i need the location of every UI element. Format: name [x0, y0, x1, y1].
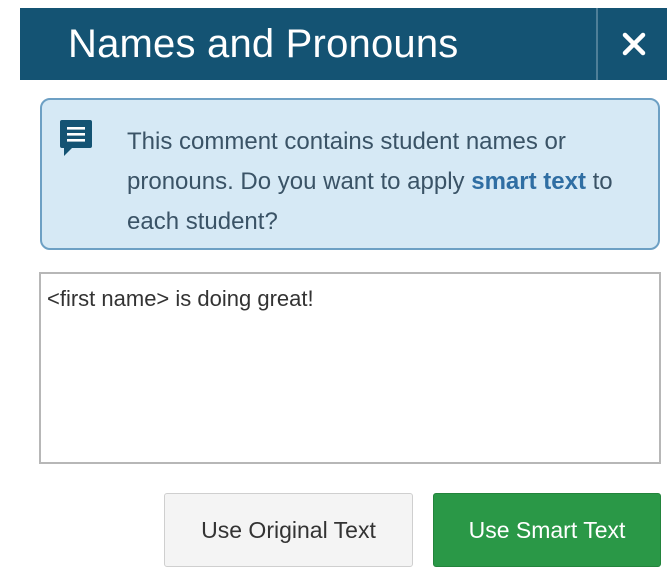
comment-icon: [60, 120, 92, 156]
smart-text-highlight: smart text: [471, 168, 586, 195]
names-and-pronouns-dialog: Names and Pronouns This comment contains…: [0, 0, 667, 587]
dialog-header: Names and Pronouns: [20, 8, 667, 80]
close-button[interactable]: [600, 8, 667, 80]
header-divider: [596, 8, 598, 80]
info-message: This comment contains student names or p…: [127, 122, 647, 242]
info-alert: This comment contains student names or p…: [40, 98, 660, 250]
use-original-text-button[interactable]: Use Original Text: [164, 493, 413, 567]
use-smart-text-button[interactable]: Use Smart Text: [433, 493, 661, 567]
comment-textarea[interactable]: <first name> is doing great!: [39, 272, 661, 464]
left-gutter: [0, 0, 20, 587]
dialog-title: Names and Pronouns: [68, 21, 459, 66]
close-icon: [622, 32, 645, 56]
